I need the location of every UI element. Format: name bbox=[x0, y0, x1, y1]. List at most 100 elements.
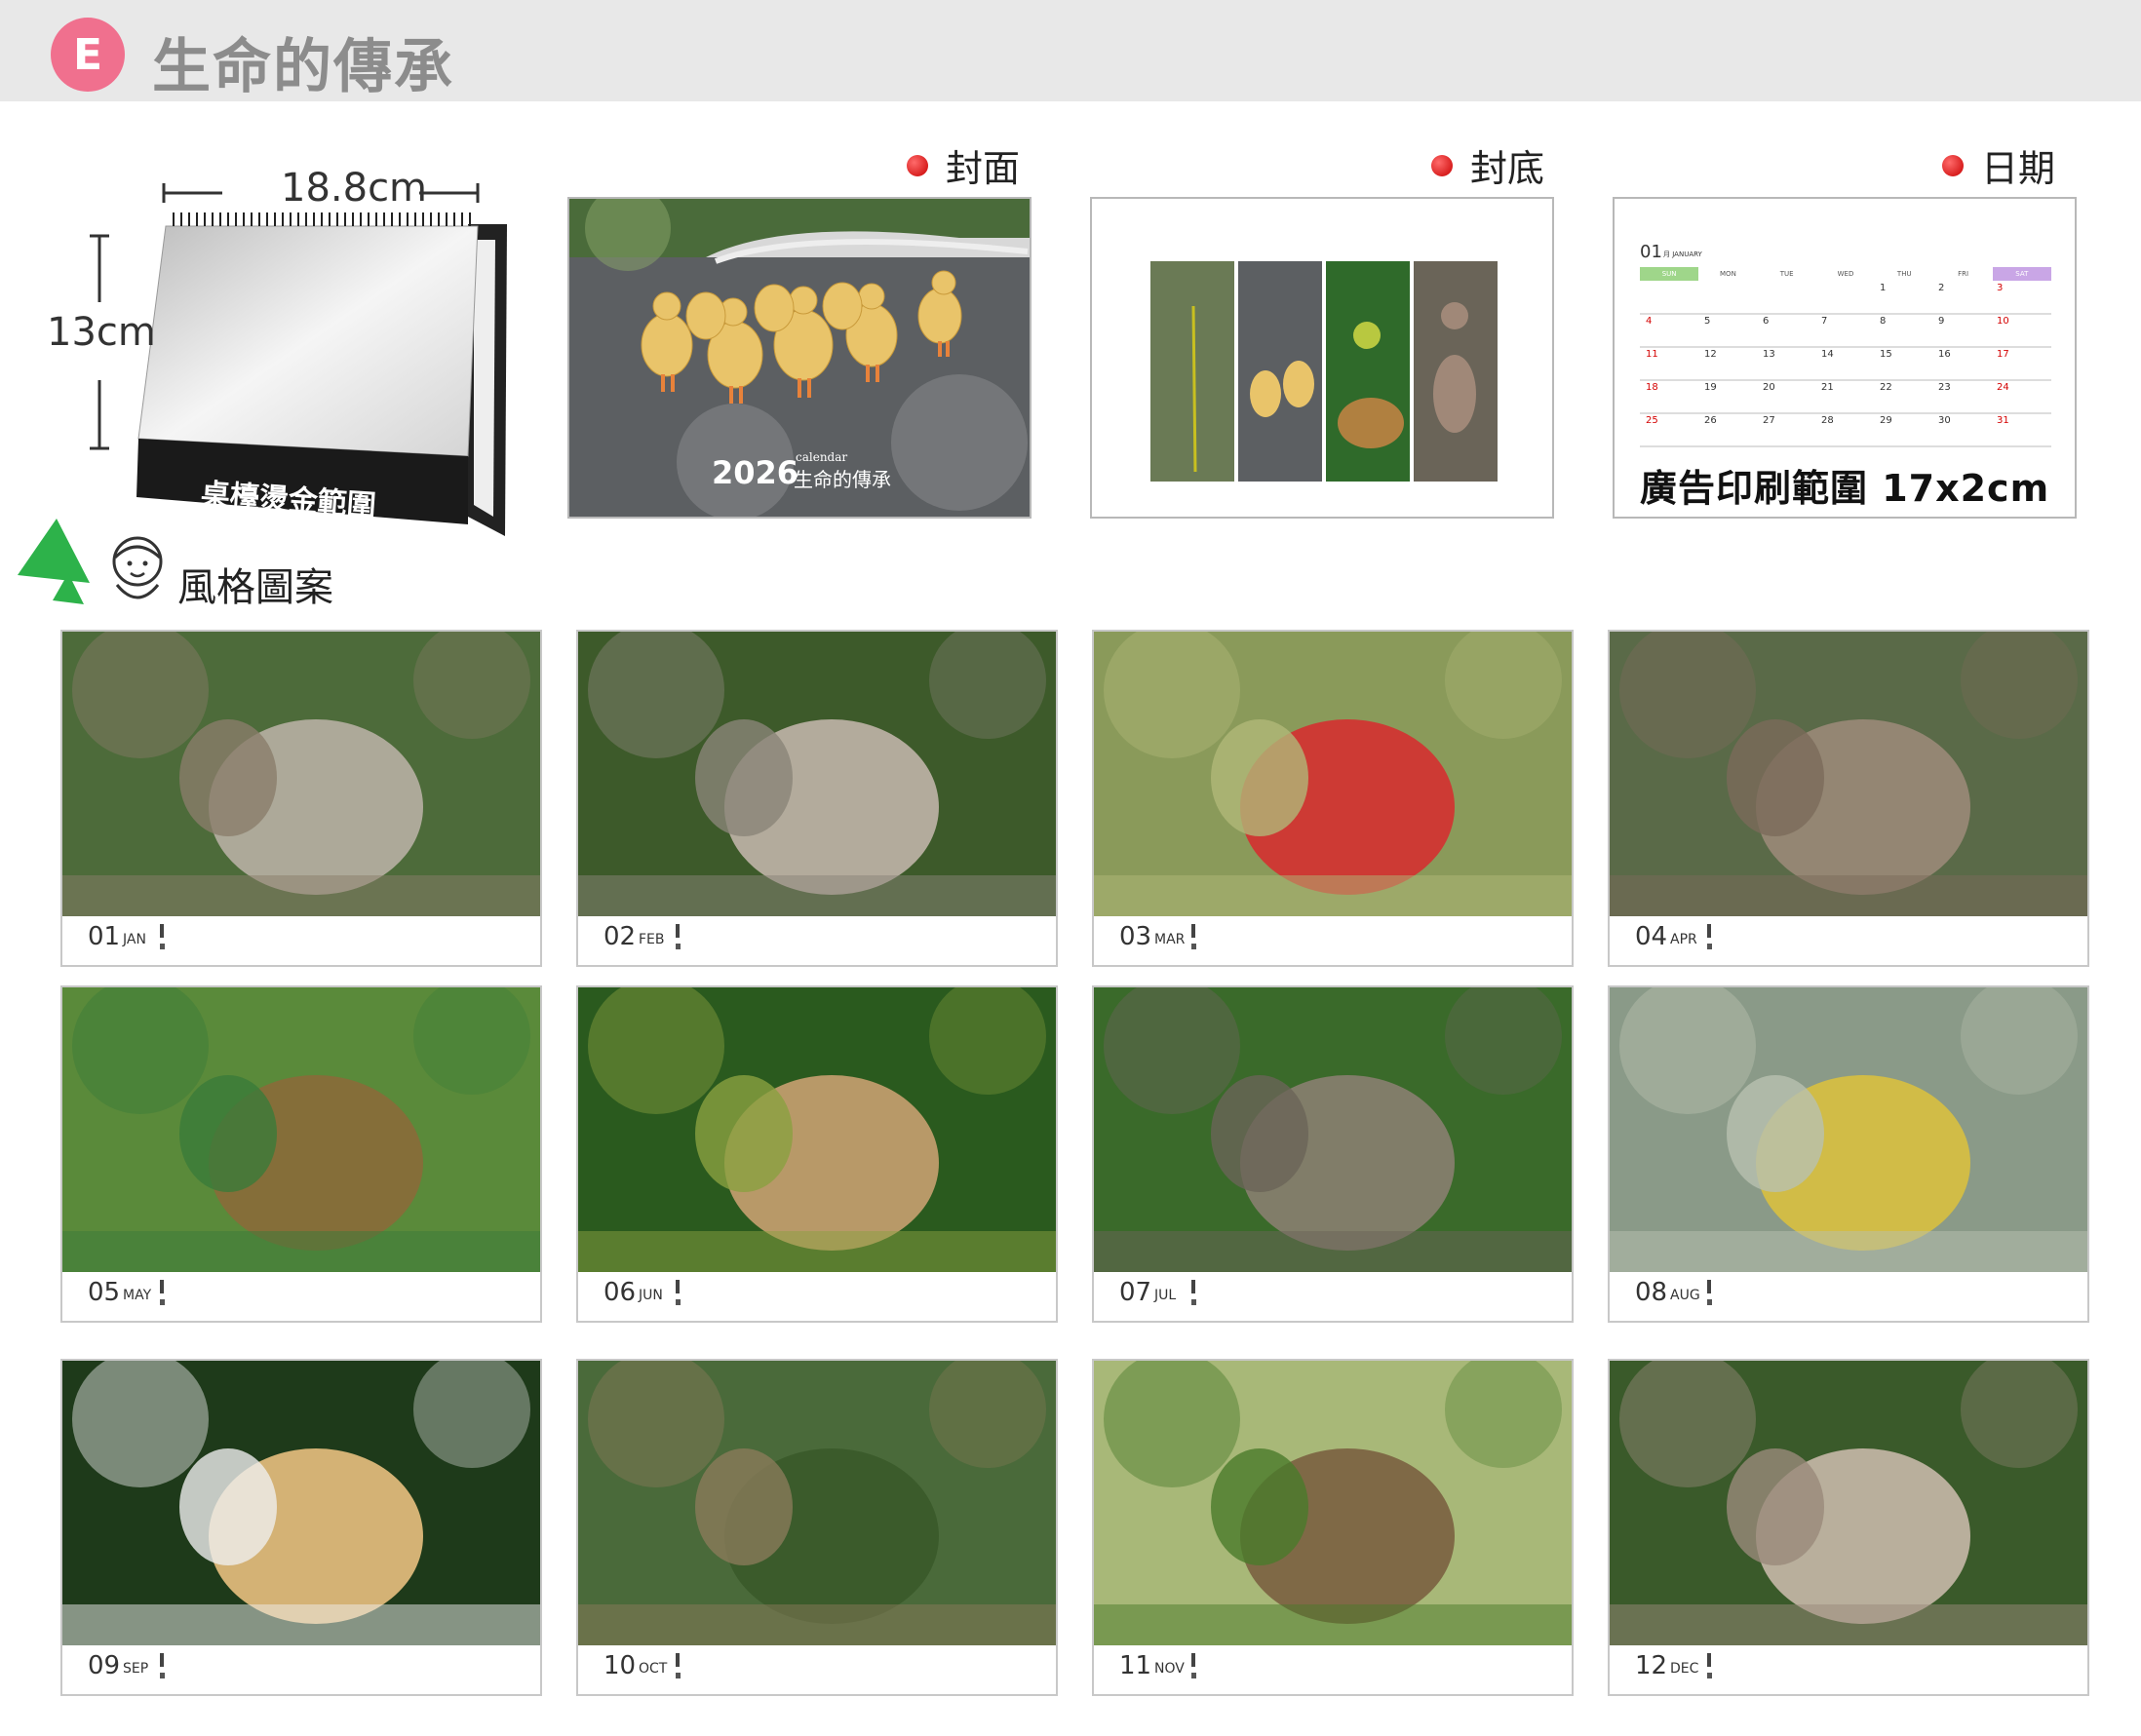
svg-text:20: 20 bbox=[1763, 382, 1775, 393]
month-date-strip: 03 MAR bbox=[1094, 916, 1572, 965]
month-photo bbox=[1094, 987, 1572, 1272]
month-tile-dec: 12 DEC bbox=[1608, 1359, 2089, 1696]
month-date-strip: 04 APR bbox=[1610, 916, 2087, 965]
month-number: 09 bbox=[88, 1651, 121, 1680]
svg-text:4: 4 bbox=[1646, 316, 1652, 327]
svg-text:29: 29 bbox=[1880, 415, 1892, 426]
month-name: AUG bbox=[1670, 1288, 1700, 1303]
back-label-text: 封底 bbox=[1470, 147, 1545, 190]
day-row-strip bbox=[1191, 1653, 1562, 1686]
month-number: 04 bbox=[1635, 922, 1668, 951]
style-pattern-label: 風格圖案 bbox=[177, 565, 333, 610]
month-date-strip: 07 JUL bbox=[1094, 1272, 1572, 1321]
day-row-strip bbox=[676, 1280, 1046, 1313]
page-title: 生命的傳承 bbox=[152, 33, 454, 101]
day-row-strip bbox=[676, 1653, 1046, 1686]
svg-text:15: 15 bbox=[1880, 349, 1892, 360]
svg-text:21: 21 bbox=[1821, 382, 1834, 393]
month-date-strip: 09 SEP bbox=[62, 1645, 540, 1694]
month-date-strip: 05 MAY bbox=[62, 1272, 540, 1321]
section-badge: E bbox=[51, 18, 125, 92]
svg-text:14: 14 bbox=[1821, 349, 1834, 360]
month-tile-aug: 08 AUG bbox=[1608, 985, 2089, 1323]
month-tile-sep: 09 SEP bbox=[60, 1359, 542, 1696]
svg-text:12: 12 bbox=[1704, 349, 1717, 360]
month-date-strip: 02 FEB bbox=[578, 916, 1056, 965]
month-number: 02 bbox=[603, 922, 637, 951]
svg-text:18: 18 bbox=[1646, 382, 1658, 393]
svg-text:1: 1 bbox=[1880, 283, 1886, 293]
back-section-label: 封底 bbox=[1431, 138, 1544, 192]
svg-text:23: 23 bbox=[1938, 382, 1951, 393]
day-row-strip bbox=[1191, 1280, 1562, 1313]
svg-text:7: 7 bbox=[1821, 316, 1827, 327]
date-section-label: 日期 bbox=[1942, 138, 2055, 192]
svg-text:17: 17 bbox=[1997, 349, 2009, 360]
svg-text:11: 11 bbox=[1646, 349, 1658, 360]
month-photo bbox=[578, 987, 1056, 1272]
month-name: FEB bbox=[639, 932, 665, 947]
svg-text:10: 10 bbox=[1997, 316, 2009, 327]
month-name: MAR bbox=[1154, 932, 1186, 947]
svg-text:28: 28 bbox=[1821, 415, 1834, 426]
svg-text:26: 26 bbox=[1704, 415, 1717, 426]
month-photo bbox=[1610, 1361, 2087, 1645]
svg-text:24: 24 bbox=[1997, 382, 2009, 393]
month-date-strip: 12 DEC bbox=[1610, 1645, 2087, 1694]
month-number: 07 bbox=[1119, 1278, 1152, 1307]
month-photo bbox=[1610, 632, 2087, 916]
day-row-strip bbox=[160, 1653, 530, 1686]
month-number: 10 bbox=[603, 1651, 637, 1680]
month-name: MAY bbox=[123, 1288, 152, 1303]
month-tile-oct: 10 OCT bbox=[576, 1359, 1058, 1696]
svg-text:16: 16 bbox=[1938, 349, 1951, 360]
height-dimension-label: 13cm bbox=[47, 310, 156, 355]
month-photo bbox=[1094, 1361, 1572, 1645]
month-photo bbox=[578, 632, 1056, 916]
month-number: 03 bbox=[1119, 922, 1152, 951]
month-name: JUN bbox=[639, 1288, 663, 1303]
svg-text:9: 9 bbox=[1938, 316, 1944, 327]
svg-text:25: 25 bbox=[1646, 415, 1658, 426]
svg-text:13: 13 bbox=[1763, 349, 1775, 360]
month-name: APR bbox=[1670, 932, 1697, 947]
girl-face-icon bbox=[103, 532, 172, 608]
day-row-strip bbox=[1707, 924, 2078, 957]
month-tile-jun: 06 JUN bbox=[576, 985, 1058, 1323]
month-number: 06 bbox=[603, 1278, 637, 1307]
cover-preview: 2026 calendar 生命的傳承 bbox=[567, 197, 1032, 519]
day-row-strip bbox=[160, 924, 530, 957]
back-cover-strips bbox=[1150, 261, 1498, 482]
cover-title: 生命的傳承 bbox=[794, 468, 891, 491]
day-row-strip bbox=[1191, 924, 1562, 957]
month-date-strip: 11 NOV bbox=[1094, 1645, 1572, 1694]
svg-text:3: 3 bbox=[1997, 283, 2003, 293]
month-tile-mar: 03 MAR bbox=[1092, 630, 1574, 967]
svg-text:22: 22 bbox=[1880, 382, 1892, 393]
month-date-strip: 06 JUN bbox=[578, 1272, 1056, 1321]
month-number: 11 bbox=[1119, 1651, 1152, 1680]
ad-print-area-label: 廣告印刷範圍 17x2cm bbox=[1640, 467, 2050, 510]
day-row-strip bbox=[1707, 1653, 2078, 1686]
bullet-icon bbox=[1942, 154, 1964, 176]
month-photo bbox=[62, 987, 540, 1272]
day-row-strip bbox=[160, 1280, 530, 1313]
month-tile-feb: 02 FEB bbox=[576, 630, 1058, 967]
svg-text:2: 2 bbox=[1938, 283, 1944, 293]
svg-text:6: 6 bbox=[1763, 316, 1769, 327]
month-name: DEC bbox=[1670, 1661, 1699, 1677]
month-photo bbox=[62, 1361, 540, 1645]
month-name: NOV bbox=[1154, 1661, 1185, 1677]
month-tile-may: 05 MAY bbox=[60, 985, 542, 1323]
month-photo bbox=[62, 632, 540, 916]
svg-text:5: 5 bbox=[1704, 316, 1710, 327]
back-cover-preview bbox=[1090, 197, 1554, 519]
cover-label-text: 封面 bbox=[946, 147, 1021, 190]
cover-calendar-word: calendar bbox=[796, 450, 848, 464]
day-row-strip bbox=[676, 924, 1046, 957]
month-tile-jul: 07 JUL bbox=[1092, 985, 1574, 1323]
month-number: 01 bbox=[88, 922, 121, 951]
bullet-icon bbox=[907, 154, 928, 176]
month-photo bbox=[578, 1361, 1056, 1645]
cover-year: 2026 bbox=[712, 454, 799, 491]
